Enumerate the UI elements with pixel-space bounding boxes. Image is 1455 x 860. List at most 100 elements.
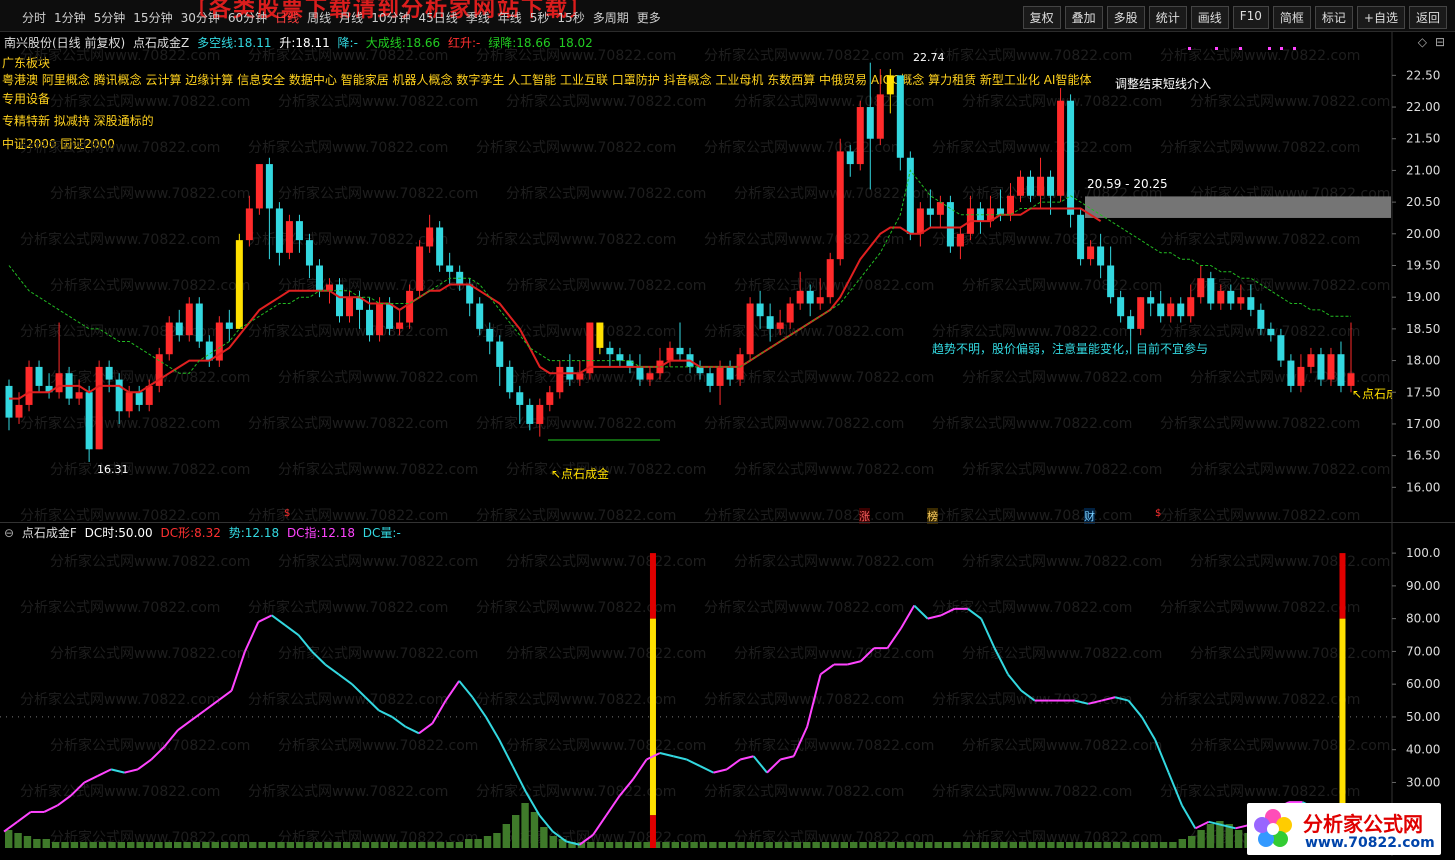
- volume-bar: [465, 839, 473, 848]
- candle-body: [876, 94, 884, 139]
- volume-bar: [474, 839, 482, 848]
- volume-bar: [643, 842, 651, 848]
- volume-bar: [1131, 842, 1140, 848]
- volume-bar: [42, 839, 50, 848]
- dc-line-segment: [244, 621, 260, 652]
- candle-body: [476, 303, 484, 329]
- price-tick-label: 20.00: [1406, 227, 1440, 241]
- volume-bar: [1065, 842, 1074, 848]
- watermark-text: 分析家公式网www.70822.com: [50, 369, 250, 386]
- watermark-text: 分析家公式网www.70822.com: [506, 93, 706, 110]
- volume-bar: [512, 815, 520, 848]
- watermark-text: 分析家公式网www.70822.com: [962, 737, 1162, 754]
- volume-bar: [671, 842, 679, 848]
- watermark-text: 分析家公式网www.70822.com: [20, 231, 220, 248]
- watermark-text: 分析家公式网www.70822.com: [50, 737, 250, 754]
- volume-bar: [662, 842, 670, 848]
- candle-body: [1047, 176, 1055, 196]
- sub-tick-label: 50.00: [1406, 710, 1440, 724]
- price-tick-label: 16.50: [1406, 449, 1440, 463]
- candle-body: [346, 297, 354, 317]
- candle-body: [676, 347, 684, 355]
- dc-line-segment: [444, 680, 460, 702]
- candle-body: [135, 392, 143, 405]
- watermark-text: 分析家公式网www.70822.com: [1160, 691, 1360, 708]
- event-mark[interactable]: $: [1155, 508, 1161, 519]
- sub-tick-label: 40.00: [1406, 743, 1440, 757]
- watermark-text: 分析家公式网www.70822.com: [476, 783, 676, 800]
- volume-bar: [427, 842, 435, 848]
- dc-line-segment: [338, 673, 353, 685]
- dc-line-segment: [324, 663, 340, 676]
- logo-url: www.70822.com: [1305, 835, 1435, 851]
- candle-body: [1107, 265, 1115, 298]
- dc-line-segment: [284, 624, 300, 636]
- candle-body: [836, 151, 844, 260]
- watermark-text: 分析家公式网www.70822.com: [1190, 553, 1390, 570]
- volume-bar: [709, 842, 717, 848]
- dcx-label: DC形:: [160, 526, 195, 540]
- dc-line-segment: [673, 755, 687, 761]
- price-tick-label: 21.00: [1406, 163, 1440, 177]
- volume-bar: [239, 842, 248, 848]
- candle-body: [125, 392, 133, 412]
- price-range-box: [1085, 196, 1391, 218]
- panel-divider[interactable]: [0, 522, 1455, 523]
- watermark-text: 分析家公式网www.70822.com: [734, 461, 934, 478]
- watermark-text: 分析家公式网www.70822.com: [932, 783, 1132, 800]
- candle-body: [1337, 354, 1345, 386]
- candle-body: [1016, 176, 1025, 196]
- watermark-text: 分析家公式网www.70822.com: [962, 277, 1162, 294]
- signal-dot: [1239, 47, 1242, 50]
- volume-bar: [1197, 830, 1205, 848]
- signal-bar-red: [649, 815, 656, 848]
- dc-line-segment: [190, 709, 206, 722]
- candle-body: [1127, 316, 1135, 329]
- candle-body: [1317, 354, 1325, 380]
- sub-indicator-name[interactable]: 点石成金F: [22, 526, 77, 540]
- note-adjust: 调整结束短线介入: [1115, 77, 1212, 91]
- signal-dot: [1280, 47, 1283, 50]
- candle-body: [666, 347, 674, 361]
- candle-body: [556, 366, 564, 393]
- candle-body: [926, 208, 934, 215]
- volume-bar: [399, 842, 407, 848]
- collapse-icon[interactable]: ⊖: [4, 526, 14, 540]
- candle-body: [776, 322, 784, 329]
- watermark-text: 分析家公式网www.70822.com: [476, 691, 676, 708]
- candle-body: [5, 385, 13, 418]
- candle-body: [205, 341, 213, 361]
- dc-line-segment: [780, 755, 795, 761]
- candle-body: [1077, 214, 1085, 260]
- candle-body: [746, 303, 754, 355]
- candle-body: [536, 404, 544, 424]
- volume-bar: [174, 842, 182, 848]
- dc-line-segment: [16, 811, 32, 823]
- flower-icon: [1254, 809, 1292, 847]
- watermark-text: 分析家公式网www.70822.com: [932, 139, 1132, 156]
- volume-bar: [33, 839, 41, 848]
- volume-bar: [878, 842, 886, 848]
- candle-body: [1347, 373, 1355, 386]
- dc-line-segment: [686, 758, 701, 767]
- watermark-text: 分析家公式网www.70822.com: [50, 461, 250, 478]
- volume-bar: [634, 842, 642, 848]
- dc-line-segment: [752, 755, 768, 774]
- watermark-text: 分析家公式网www.70822.com: [962, 369, 1162, 386]
- volume-bar: [1019, 842, 1027, 848]
- watermark-text: 分析家公式网www.70822.com: [734, 369, 934, 386]
- volume-bar: [549, 836, 557, 848]
- event-mark[interactable]: $: [284, 508, 290, 519]
- volume-bar: [1178, 839, 1186, 848]
- chart-canvas[interactable]: 分析家公式网www.70822.com 分析家公式网www.70822.com 分析…: [0, 0, 1455, 860]
- candle-body: [606, 347, 614, 355]
- watermark-text: 分析家公式网www.70822.com: [704, 47, 904, 64]
- volume-bar: [934, 842, 942, 848]
- candle-body: [1177, 303, 1185, 317]
- volume-bar: [896, 842, 905, 848]
- volume-bar: [540, 827, 548, 848]
- candle-body: [1167, 303, 1175, 317]
- candle-body: [496, 341, 504, 367]
- volume-bar: [277, 842, 285, 848]
- volume-bar: [990, 842, 999, 848]
